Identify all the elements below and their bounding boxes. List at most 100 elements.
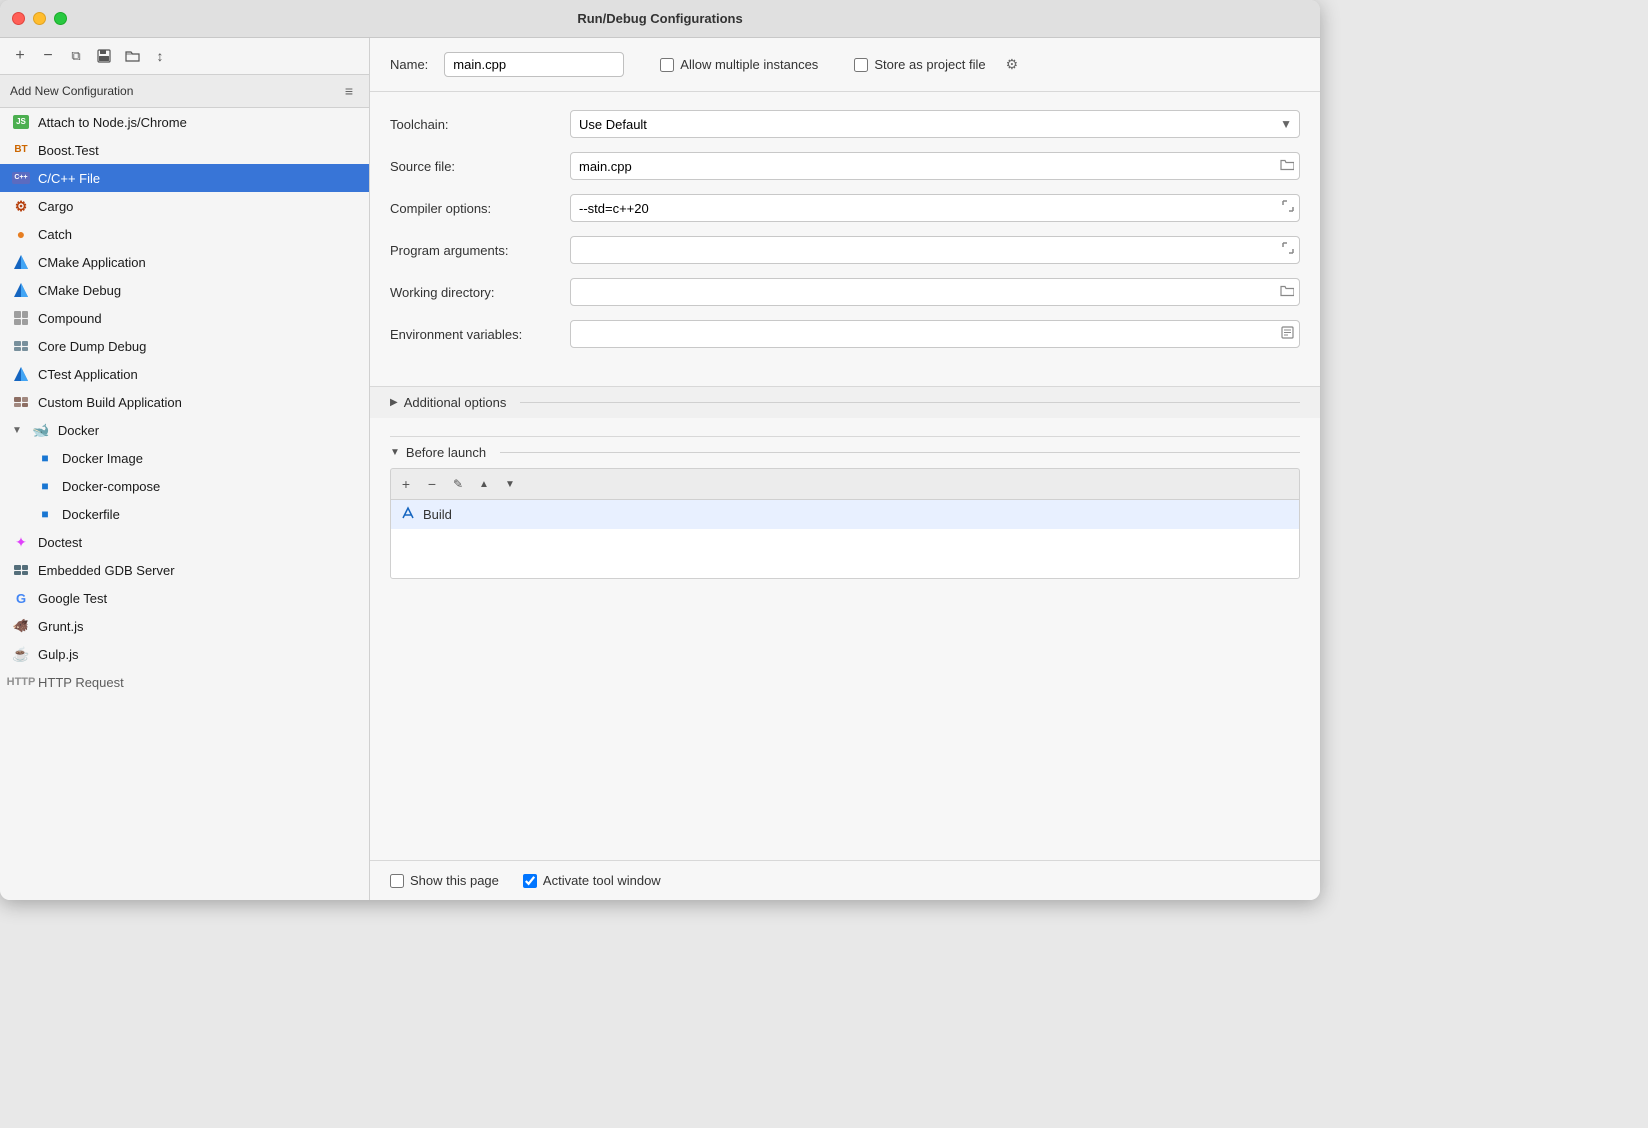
store-project-label: Store as project file (874, 57, 985, 72)
toolchain-select[interactable]: Use Default (570, 110, 1300, 138)
traffic-lights (12, 12, 67, 25)
env-vars-label: Environment variables: (390, 327, 570, 342)
source-file-row: Source file: (390, 150, 1300, 182)
compound-label: Compound (38, 311, 102, 326)
grunt-icon: 🐗 (12, 617, 30, 635)
copy-config-button[interactable]: ⧉ (64, 44, 88, 68)
toolchain-label: Toolchain: (390, 117, 570, 132)
sidebar-item-gulp[interactable]: ☕ Gulp.js (0, 640, 369, 668)
dockerfile-icon: ■ (36, 505, 54, 523)
docker-image-label: Docker Image (62, 451, 143, 466)
close-button[interactable] (12, 12, 25, 25)
main-content: + − ⧉ ↕ Add New Configuration ≡ (0, 38, 1320, 900)
sidebar-item-doctest[interactable]: ✦ Doctest (0, 528, 369, 556)
cmake-app-icon (12, 253, 30, 271)
additional-options-title: Additional options (404, 395, 507, 410)
ctest-label: CTest Application (38, 367, 138, 382)
sidebar-item-custom-build[interactable]: Custom Build Application (0, 388, 369, 416)
program-args-control (570, 236, 1300, 264)
bl-edit-button[interactable]: ✎ (447, 473, 469, 495)
http-label: HTTP Request (38, 675, 124, 690)
gear-button[interactable]: ⚙ (1006, 56, 1019, 73)
bl-build-label: Build (423, 507, 452, 522)
bl-up-button[interactable]: ▲ (473, 473, 495, 495)
env-vars-edit-icon[interactable] (1281, 326, 1294, 342)
grunt-label: Grunt.js (38, 619, 84, 634)
sidebar-item-google-test[interactable]: G Google Test (0, 584, 369, 612)
sort-button[interactable]: ↕ (148, 44, 172, 68)
compiler-options-row: Compiler options: (390, 192, 1300, 224)
sidebar-item-cargo[interactable]: ⚙ Cargo (0, 192, 369, 220)
sidebar-item-embedded-gdb[interactable]: Embedded GDB Server (0, 556, 369, 584)
sidebar-item-catch[interactable]: ● Catch (0, 220, 369, 248)
sidebar-item-cmake-app[interactable]: CMake Application (0, 248, 369, 276)
save-config-button[interactable] (92, 44, 116, 68)
sidebar-item-dockerfile[interactable]: ■ Dockerfile (0, 500, 369, 528)
sidebar-item-cpp-file[interactable]: C++ C/C++ File (0, 164, 369, 192)
before-launch-list: Build (390, 499, 1300, 579)
sidebar-item-boost-test[interactable]: BT Boost.Test (0, 136, 369, 164)
activate-window-checkbox[interactable] (523, 874, 537, 888)
custom-build-label: Custom Build Application (38, 395, 182, 410)
before-launch-chevron: ▼ (390, 447, 400, 458)
google-test-icon: G (12, 589, 30, 607)
sidebar-item-docker-compose[interactable]: ■ Docker-compose (0, 472, 369, 500)
store-project-group: Store as project file (854, 57, 985, 72)
cmake-debug-label: CMake Debug (38, 283, 121, 298)
sidebar-item-compound[interactable]: Compound (0, 304, 369, 332)
additional-options-section[interactable]: ▶ Additional options (370, 386, 1320, 418)
custombuild-icon (12, 393, 30, 411)
bl-down-button[interactable]: ▼ (499, 473, 521, 495)
compiler-options-input[interactable] (570, 194, 1300, 222)
remove-config-button[interactable]: − (36, 44, 60, 68)
bl-remove-button[interactable]: − (421, 473, 443, 495)
sidebar-item-docker-image[interactable]: ■ Docker Image (0, 444, 369, 472)
program-args-expand-icon[interactable] (1282, 242, 1294, 257)
sidebar: + − ⧉ ↕ Add New Configuration ≡ (0, 38, 370, 900)
sidebar-item-grunt[interactable]: 🐗 Grunt.js (0, 612, 369, 640)
bl-add-button[interactable]: + (395, 473, 417, 495)
source-file-control (570, 152, 1300, 180)
folder-config-button[interactable] (120, 44, 144, 68)
compiler-options-expand-icon[interactable] (1282, 200, 1294, 215)
before-launch-header[interactable]: ▼ Before launch (390, 436, 1300, 468)
source-file-folder-icon[interactable] (1280, 159, 1294, 174)
bl-build-item[interactable]: Build (391, 500, 1299, 529)
form-header: Name: Allow multiple instances Store as … (370, 38, 1320, 92)
add-config-title: Add New Configuration (10, 84, 133, 98)
form-body: Toolchain: Use Default ▼ Source file: (370, 92, 1320, 376)
sort-config-button[interactable]: ≡ (339, 81, 359, 101)
name-input[interactable] (444, 52, 624, 77)
activate-window-label: Activate tool window (543, 873, 661, 888)
cargo-label: Cargo (38, 199, 73, 214)
ctest-icon (12, 365, 30, 383)
docker-chevron: ▼ (12, 425, 22, 436)
doctest-icon: ✦ (12, 533, 30, 551)
minimize-button[interactable] (33, 12, 46, 25)
show-page-checkbox[interactable] (390, 874, 404, 888)
before-launch-toolbar: + − ✎ ▲ ▼ (390, 468, 1300, 499)
catch-label: Catch (38, 227, 72, 242)
env-vars-input[interactable] (570, 320, 1300, 348)
allow-multiple-checkbox[interactable] (660, 58, 674, 72)
store-project-checkbox[interactable] (854, 58, 868, 72)
footer: Show this page Activate tool window (370, 860, 1320, 900)
sidebar-item-core-dump[interactable]: Core Dump Debug (0, 332, 369, 360)
sidebar-item-ctest[interactable]: CTest Application (0, 360, 369, 388)
activate-window-group: Activate tool window (523, 873, 661, 888)
sidebar-item-attach-nodejs[interactable]: JS Attach to Node.js/Chrome (0, 108, 369, 136)
source-file-input[interactable] (570, 152, 1300, 180)
working-dir-input[interactable] (570, 278, 1300, 306)
embedded-gdb-icon (12, 561, 30, 579)
program-args-input[interactable] (570, 236, 1300, 264)
working-dir-folder-icon[interactable] (1280, 285, 1294, 300)
catch-icon: ● (12, 225, 30, 243)
sidebar-item-http-request[interactable]: HTTP HTTP Request (0, 668, 369, 696)
titlebar: Run/Debug Configurations (0, 0, 1320, 38)
add-config-button[interactable]: + (8, 44, 32, 68)
working-dir-control (570, 278, 1300, 306)
sidebar-item-cmake-debug[interactable]: CMake Debug (0, 276, 369, 304)
sidebar-item-docker[interactable]: ▼ 🐋 Docker (0, 416, 369, 444)
maximize-button[interactable] (54, 12, 67, 25)
cpp-icon: C++ (12, 169, 30, 187)
